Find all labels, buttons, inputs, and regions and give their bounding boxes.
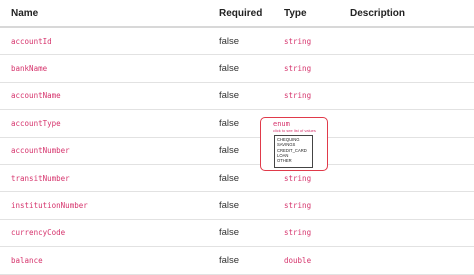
schema-table: Name Required Type Description accountId…: [0, 0, 474, 275]
field-description: [350, 137, 474, 165]
enum-type-label: enum: [273, 120, 290, 128]
table-row: bankName false string: [0, 54, 474, 83]
field-required: false: [219, 246, 284, 275]
enum-values-list: CHEQUING SAVINGS CREDIT_CARD LOAN OTHER: [274, 135, 313, 168]
table-header-row: Name Required Type Description: [0, 0, 474, 28]
field-type: string: [284, 191, 350, 220]
field-description: [350, 246, 474, 275]
field-name: transitNumber: [0, 164, 219, 193]
header-required: Required: [219, 0, 284, 28]
field-name: currencyCode: [0, 219, 219, 248]
enum-values-popup: enum click to see list of values CHEQUIN…: [260, 117, 328, 171]
field-description: [350, 109, 474, 138]
table-row: balance false double: [0, 246, 474, 275]
table-row: transitNumber false string: [0, 164, 474, 193]
field-description: [350, 191, 474, 220]
field-type: string: [284, 27, 350, 56]
enum-values-link[interactable]: click to see list of values: [273, 128, 316, 133]
header-name: Name: [0, 0, 219, 28]
field-required: false: [219, 219, 284, 248]
header-description: Description: [350, 0, 474, 28]
table-row: institutionNumber false string: [0, 191, 474, 220]
table-row: accountNumber false: [0, 137, 474, 165]
table-row: accountName false string: [0, 82, 474, 111]
field-name: accountName: [0, 82, 219, 111]
field-description: [350, 27, 474, 56]
field-required: false: [219, 27, 284, 56]
table-row: accountType false: [0, 109, 474, 138]
field-required: false: [219, 82, 284, 111]
field-required: false: [219, 191, 284, 220]
field-type: string: [284, 219, 350, 248]
field-description: [350, 54, 474, 83]
field-name: balance: [0, 246, 219, 275]
field-name: accountId: [0, 27, 219, 56]
header-type: Type: [284, 0, 350, 28]
enum-value: OTHER: [277, 158, 292, 164]
field-type: string: [284, 54, 350, 83]
field-type: double: [284, 246, 350, 275]
field-name: accountType: [0, 109, 219, 138]
table-row: currencyCode false string: [0, 219, 474, 248]
field-type: string: [284, 82, 350, 111]
field-name: accountNumber: [0, 137, 219, 165]
field-description: [350, 164, 474, 193]
table-row: accountId false string: [0, 27, 474, 56]
field-name: institutionNumber: [0, 191, 219, 220]
field-description: [350, 82, 474, 111]
field-name: bankName: [0, 54, 219, 83]
field-required: false: [219, 54, 284, 83]
field-description: [350, 219, 474, 248]
